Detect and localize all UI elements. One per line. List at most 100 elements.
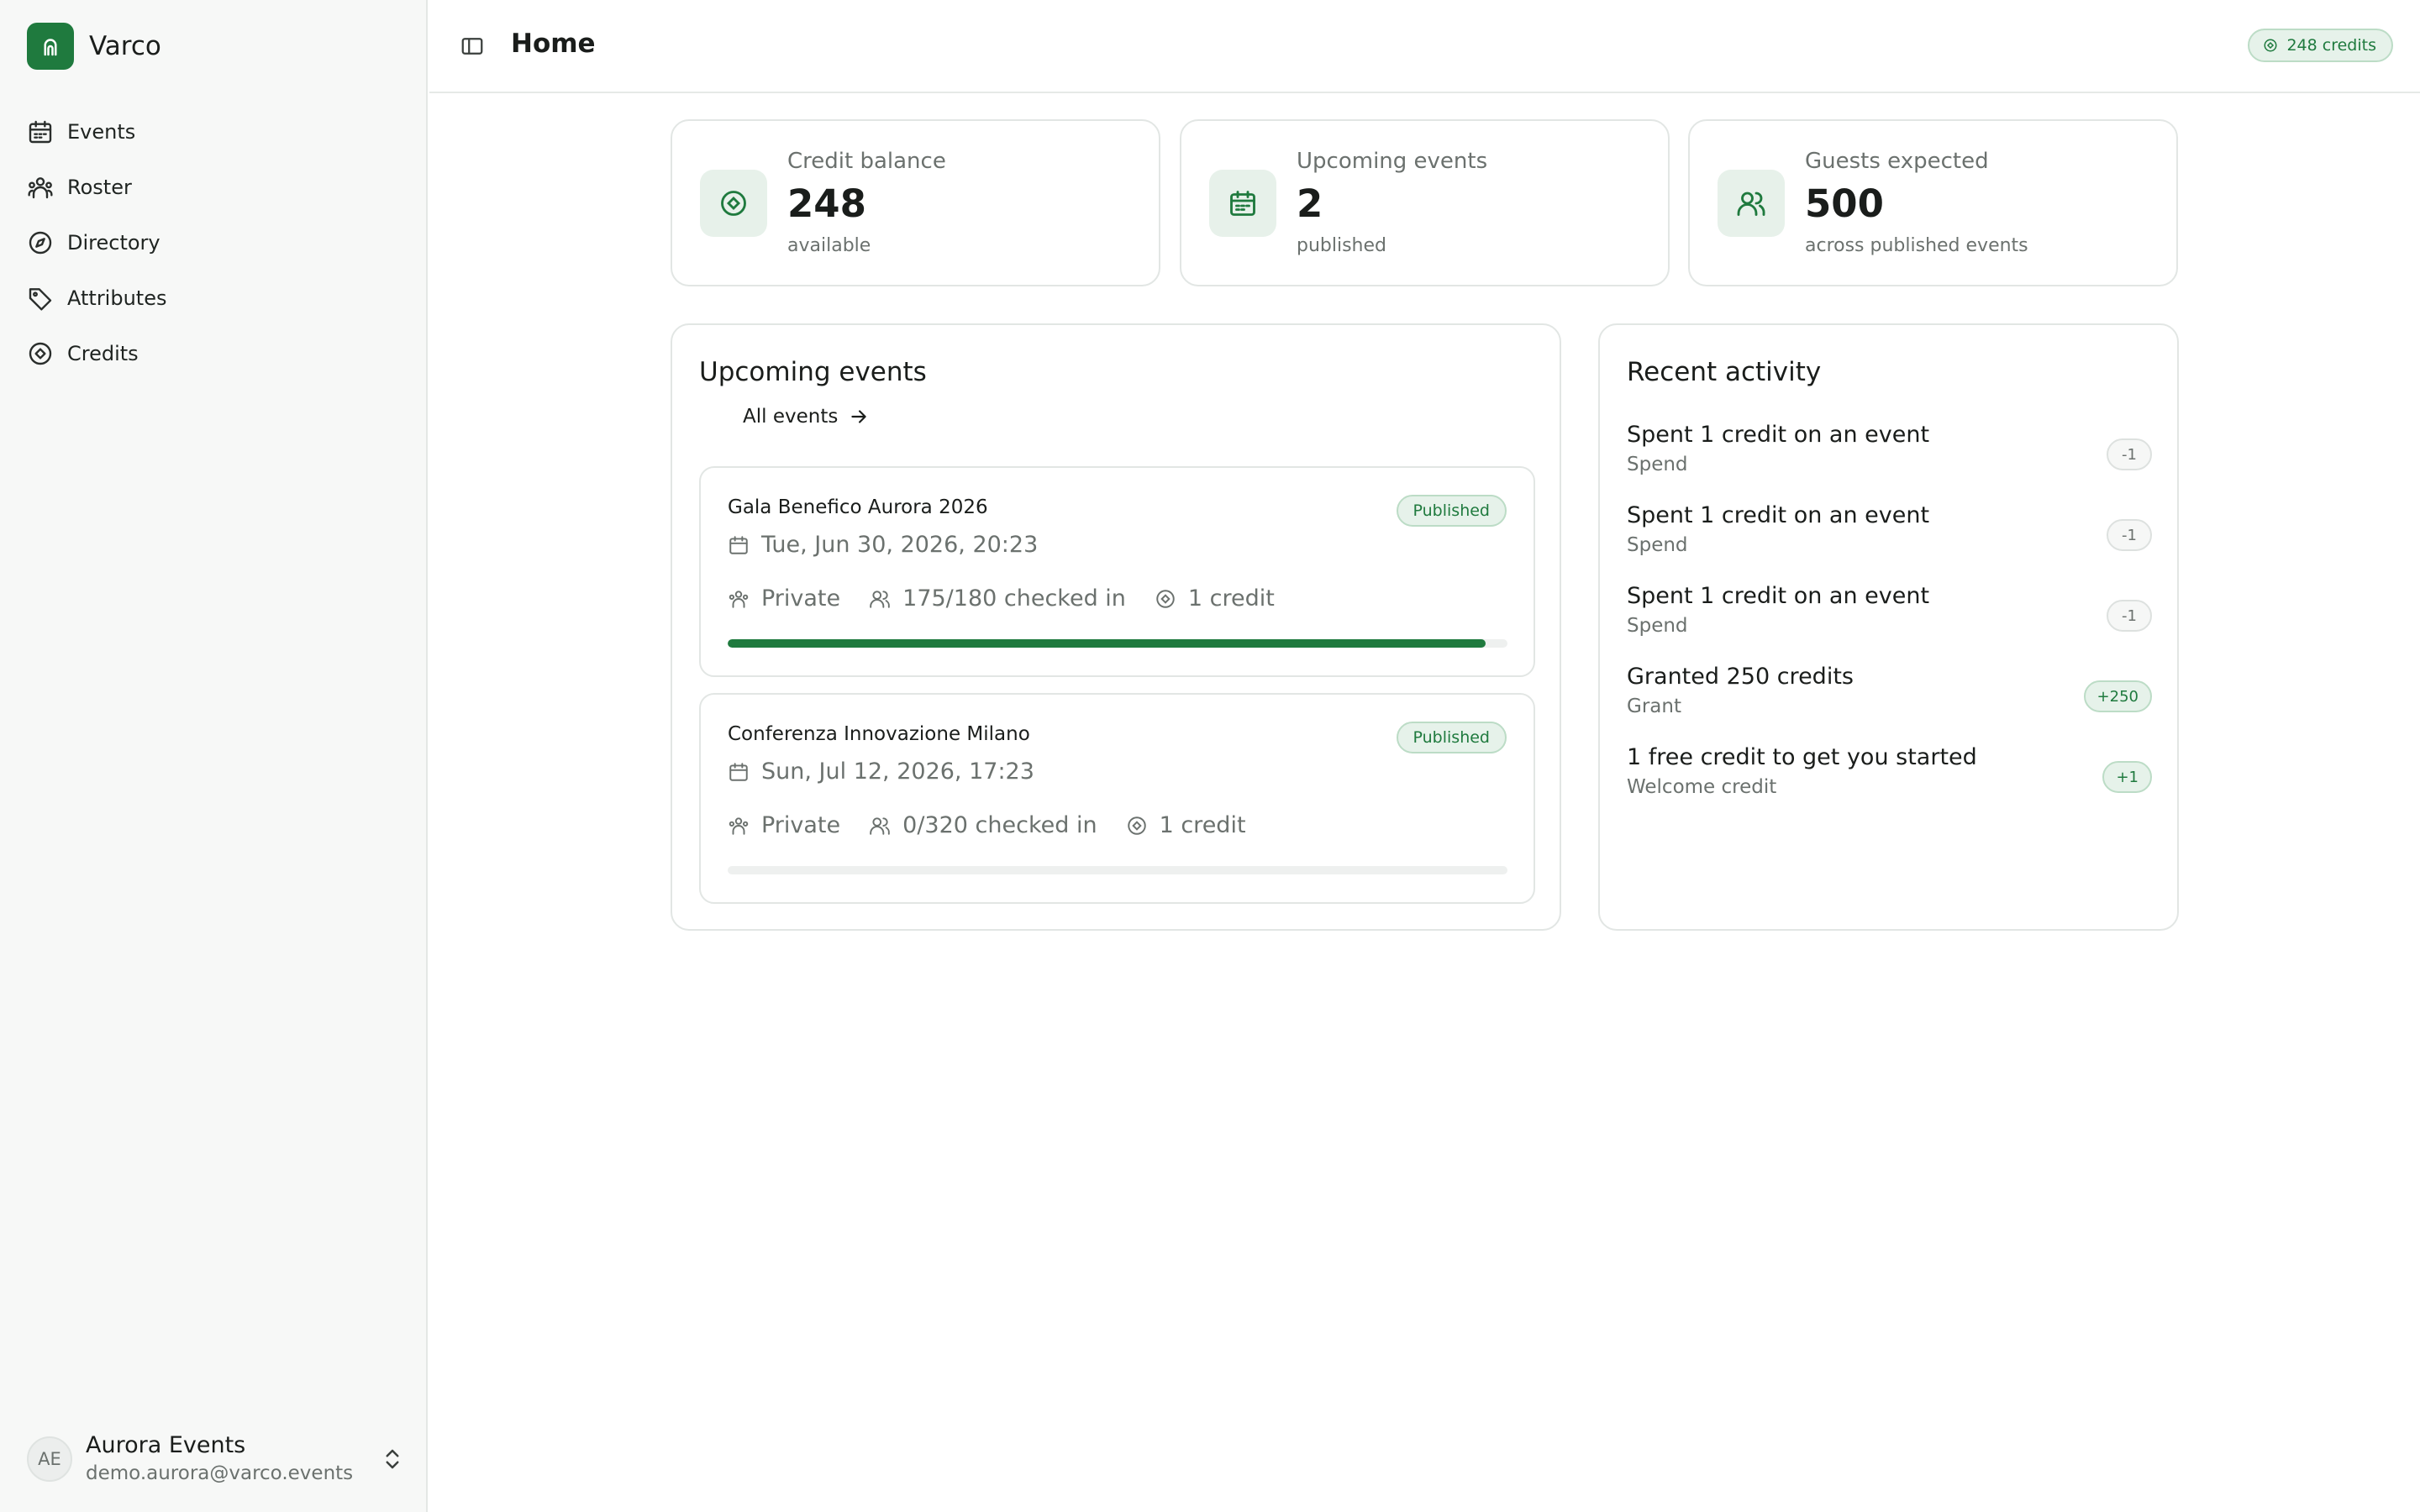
brand-name: Varco bbox=[89, 31, 161, 61]
status-badge: Published bbox=[1396, 722, 1507, 753]
amount-badge: +250 bbox=[2083, 680, 2152, 712]
sidebar-item-credits[interactable]: Credits bbox=[27, 326, 405, 381]
sidebar: Varco Events Roster Directory Attributes… bbox=[0, 0, 428, 1512]
activity-type: Welcome credit bbox=[1627, 776, 1777, 798]
amount-badge: +1 bbox=[2102, 761, 2152, 793]
arrow-right-icon bbox=[851, 410, 866, 423]
event-card[interactable]: Conferenza Innovazione Milano Published … bbox=[699, 693, 1535, 904]
activity-type: Spend bbox=[1627, 534, 1688, 556]
event-title: Gala Benefico Aurora 2026 bbox=[728, 496, 988, 518]
top-bar: Home 248 credits bbox=[429, 0, 2420, 93]
event-checkin: 0/320 checked in bbox=[902, 812, 1097, 838]
calendar-icon bbox=[729, 762, 748, 781]
sidebar-item-label: Credits bbox=[67, 342, 139, 365]
credit-icon bbox=[1127, 816, 1146, 835]
users-icon bbox=[1718, 170, 1785, 237]
stat-caption: published bbox=[1297, 235, 1387, 256]
amount-badge: -1 bbox=[2107, 600, 2152, 632]
stat-caption: across published events bbox=[1805, 235, 2028, 256]
activity-type: Spend bbox=[1627, 615, 1688, 637]
users-icon bbox=[870, 816, 890, 835]
avatar: AE bbox=[27, 1436, 72, 1482]
event-visibility: Private bbox=[761, 585, 841, 612]
sidebar-item-roster[interactable]: Roster bbox=[27, 160, 405, 215]
account-switcher[interactable]: AE Aurora Events demo.aurora@varco.event… bbox=[27, 1431, 405, 1487]
credit-icon bbox=[700, 170, 767, 237]
event-date-text: Sun, Jul 12, 2026, 17:23 bbox=[761, 759, 1034, 785]
calendar-icon bbox=[729, 535, 748, 554]
event-cost: 1 credit bbox=[1187, 585, 1275, 612]
event-meta: Private 0/320 checked in 1 credit bbox=[728, 812, 1275, 838]
activity-item: Spent 1 credit on an event Spend -1 bbox=[1627, 583, 2152, 650]
event-visibility: Private bbox=[761, 812, 841, 838]
sidebar-item-label: Directory bbox=[67, 231, 160, 255]
people-icon bbox=[729, 816, 749, 835]
event-date-text: Tue, Jun 30, 2026, 20:23 bbox=[761, 532, 1039, 558]
brand[interactable]: Varco bbox=[27, 23, 161, 70]
activity-item: 1 free credit to get you started Welcome… bbox=[1627, 744, 2152, 811]
stat-value: 500 bbox=[1805, 181, 1884, 226]
checkin-progress bbox=[728, 639, 1507, 648]
page-title: Home bbox=[511, 29, 596, 59]
activity-title: Spent 1 credit on an event bbox=[1627, 422, 1930, 448]
panel-title: Recent activity bbox=[1627, 357, 1822, 387]
credits-badge-label: 248 credits bbox=[2286, 36, 2376, 55]
activity-item: Spent 1 credit on an event Spend -1 bbox=[1627, 502, 2152, 570]
stat-value: 2 bbox=[1297, 181, 1323, 226]
activity-type: Grant bbox=[1627, 696, 1681, 717]
upcoming-events-panel: Upcoming events All events Gala Benefico… bbox=[671, 323, 1561, 931]
credit-icon bbox=[2264, 39, 2277, 52]
event-cost: 1 credit bbox=[1159, 812, 1246, 838]
event-title: Conferenza Innovazione Milano bbox=[728, 723, 1030, 745]
event-checkin: 175/180 checked in bbox=[902, 585, 1126, 612]
event-date: Tue, Jun 30, 2026, 20:23 bbox=[728, 532, 1038, 558]
credit-icon bbox=[29, 342, 52, 365]
stat-card-guests-expected: Guests expected 500 across published eve… bbox=[1688, 119, 2178, 286]
sidebar-item-attributes[interactable]: Attributes bbox=[27, 270, 405, 326]
activity-item: Granted 250 credits Grant +250 bbox=[1627, 664, 2152, 731]
activity-title: Spent 1 credit on an event bbox=[1627, 583, 1930, 609]
sidebar-nav: Events Roster Directory Attributes Credi… bbox=[27, 104, 405, 381]
account-name: Aurora Events bbox=[86, 1432, 246, 1458]
checkin-progress-fill bbox=[728, 639, 1486, 648]
stat-caption: available bbox=[787, 235, 871, 256]
sidebar-item-events[interactable]: Events bbox=[27, 104, 405, 160]
panel-title: Upcoming events bbox=[699, 357, 927, 387]
calendar-icon bbox=[29, 120, 52, 144]
chevron-up-down-icon bbox=[386, 1449, 399, 1469]
calendar-icon bbox=[1209, 170, 1276, 237]
sidebar-item-label: Attributes bbox=[67, 286, 167, 310]
people-icon bbox=[28, 177, 53, 199]
all-events-label: All events bbox=[743, 406, 839, 428]
all-events-link[interactable]: All events bbox=[743, 406, 870, 428]
event-card[interactable]: Gala Benefico Aurora 2026 Published Tue,… bbox=[699, 466, 1535, 677]
sidebar-toggle-icon[interactable] bbox=[460, 34, 485, 59]
sidebar-item-directory[interactable]: Directory bbox=[27, 215, 405, 270]
compass-icon bbox=[29, 231, 52, 255]
stat-label: Guests expected bbox=[1805, 149, 1989, 174]
credit-icon bbox=[1156, 589, 1175, 608]
people-icon bbox=[729, 590, 749, 608]
activity-title: 1 free credit to get you started bbox=[1627, 744, 1977, 770]
users-icon bbox=[870, 590, 890, 608]
activity-item: Spent 1 credit on an event Spend -1 bbox=[1627, 422, 2152, 489]
activity-title: Spent 1 credit on an event bbox=[1627, 502, 1930, 528]
event-meta: Private 175/180 checked in 1 credit bbox=[728, 585, 1303, 612]
activity-type: Spend bbox=[1627, 454, 1688, 475]
logo-icon bbox=[27, 23, 74, 70]
checkin-progress bbox=[728, 866, 1507, 874]
stat-value: 248 bbox=[787, 181, 866, 226]
amount-badge: -1 bbox=[2107, 519, 2152, 551]
stat-label: Upcoming events bbox=[1297, 149, 1488, 174]
sidebar-item-label: Events bbox=[67, 120, 136, 144]
event-date: Sun, Jul 12, 2026, 17:23 bbox=[728, 759, 1034, 785]
activity-title: Granted 250 credits bbox=[1627, 664, 1854, 690]
credits-badge[interactable]: 248 credits bbox=[2248, 29, 2393, 62]
recent-activity-panel: Recent activity Spent 1 credit on an eve… bbox=[1598, 323, 2179, 931]
amount-badge: -1 bbox=[2107, 438, 2152, 470]
tag-icon bbox=[29, 288, 52, 311]
sidebar-item-label: Roster bbox=[67, 176, 132, 199]
stat-card-credit-balance: Credit balance 248 available bbox=[671, 119, 1160, 286]
stat-label: Credit balance bbox=[787, 149, 946, 174]
stat-card-upcoming-events: Upcoming events 2 published bbox=[1180, 119, 1670, 286]
